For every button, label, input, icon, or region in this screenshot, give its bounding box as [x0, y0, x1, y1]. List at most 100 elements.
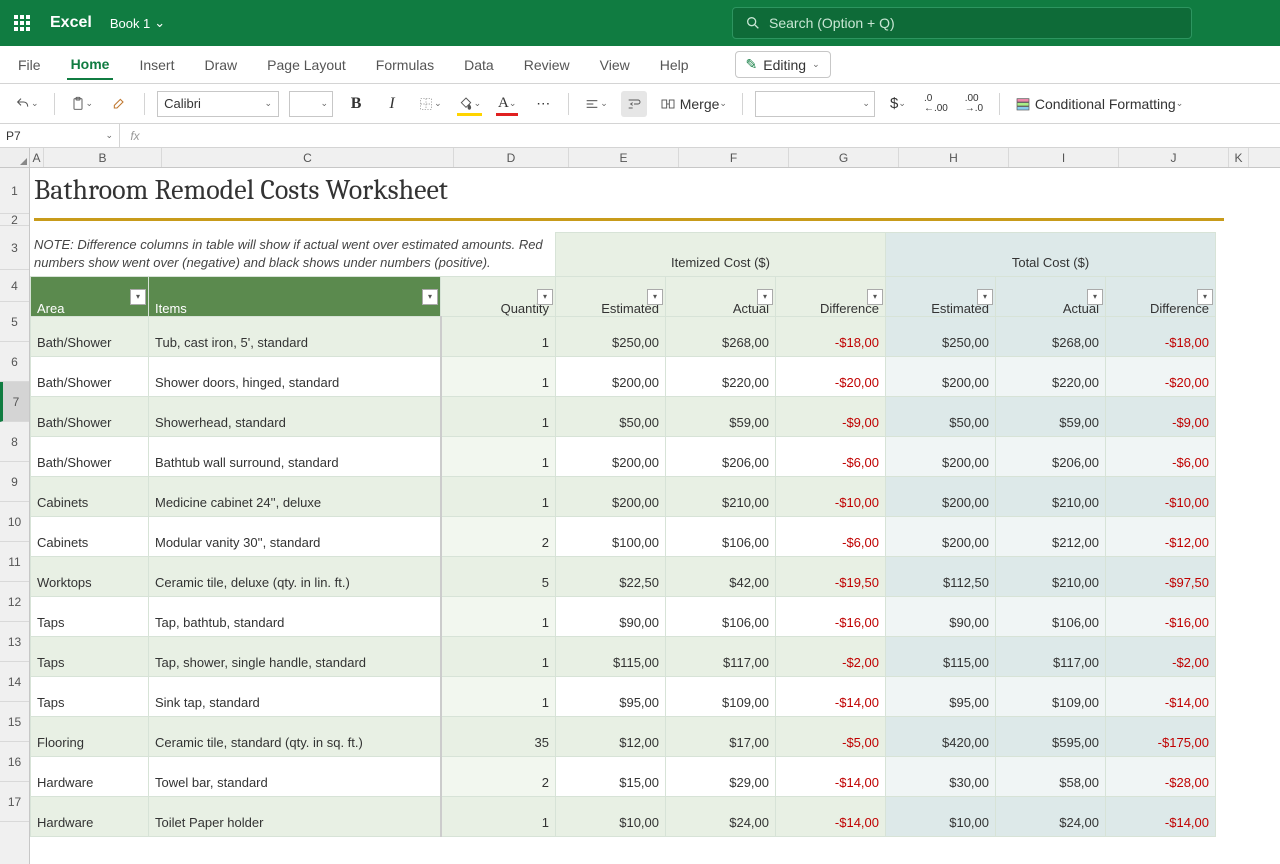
filter-button[interactable]: ▾ [757, 289, 773, 305]
cell[interactable]: Flooring [31, 717, 149, 757]
cell[interactable]: -$16,00 [1106, 597, 1216, 637]
cell[interactable]: 1 [441, 797, 556, 837]
currency-button[interactable]: $⌄ [885, 91, 911, 117]
cell[interactable]: $115,00 [886, 637, 996, 677]
col-header-G[interactable]: G [789, 148, 899, 167]
cell[interactable]: $106,00 [996, 597, 1106, 637]
cell[interactable]: $250,00 [556, 317, 666, 357]
row-header-3[interactable]: 3 [0, 226, 29, 270]
tab-page-layout[interactable]: Page Layout [263, 51, 350, 79]
cell[interactable]: $112,50 [886, 557, 996, 597]
cell[interactable]: $29,00 [666, 757, 776, 797]
cell[interactable]: $90,00 [886, 597, 996, 637]
cell[interactable]: $109,00 [666, 677, 776, 717]
cell[interactable]: $220,00 [996, 357, 1106, 397]
col-header-I[interactable]: I [1009, 148, 1119, 167]
cell[interactable]: $210,00 [996, 557, 1106, 597]
cell[interactable]: -$175,00 [1106, 717, 1216, 757]
cell[interactable]: 1 [441, 397, 556, 437]
cell[interactable]: -$10,00 [776, 477, 886, 517]
cell[interactable]: $250,00 [886, 317, 996, 357]
more-font-button[interactable]: ⋯ [530, 91, 556, 117]
cell[interactable]: $50,00 [556, 397, 666, 437]
cell[interactable]: Towel bar, standard [149, 757, 441, 797]
col-header-J[interactable]: J [1119, 148, 1229, 167]
cell[interactable]: -$18,00 [1106, 317, 1216, 357]
cell[interactable]: $200,00 [886, 357, 996, 397]
cell[interactable]: $95,00 [556, 677, 666, 717]
col-header-diff[interactable]: Difference▾ [776, 277, 886, 317]
cells-area[interactable]: Bathroom Remodel Costs Worksheet NOTE: D… [30, 168, 1280, 864]
cell[interactable]: -$16,00 [776, 597, 886, 637]
cell[interactable]: $95,00 [886, 677, 996, 717]
cell[interactable]: 1 [441, 477, 556, 517]
paste-button[interactable]: ⌄ [67, 91, 97, 117]
cell[interactable]: $15,00 [556, 757, 666, 797]
cell[interactable]: 35 [441, 717, 556, 757]
merge-button[interactable]: Merge⌄ [657, 91, 730, 117]
cell[interactable]: $12,00 [556, 717, 666, 757]
row-header-8[interactable]: 8 [0, 422, 29, 462]
cell[interactable]: -$28,00 [1106, 757, 1216, 797]
col-header-qty[interactable]: Quantity▾ [441, 277, 556, 317]
undo-button[interactable]: ⌄ [12, 91, 42, 117]
cell[interactable]: -$14,00 [1106, 797, 1216, 837]
cell[interactable]: 2 [441, 757, 556, 797]
italic-button[interactable]: I [379, 91, 405, 117]
increase-decimal-button[interactable]: .0←.00 [921, 91, 951, 117]
cell[interactable]: Taps [31, 637, 149, 677]
bold-button[interactable]: B [343, 91, 369, 117]
filter-button[interactable]: ▾ [977, 289, 993, 305]
search-input[interactable] [769, 15, 1179, 31]
cell[interactable]: $106,00 [666, 597, 776, 637]
cell[interactable]: $58,00 [996, 757, 1106, 797]
cell[interactable]: -$6,00 [776, 437, 886, 477]
row-header-15[interactable]: 15 [0, 702, 29, 742]
cell[interactable]: Ceramic tile, deluxe (qty. in lin. ft.) [149, 557, 441, 597]
row-header-7[interactable]: 7 [0, 382, 29, 422]
cell[interactable]: -$20,00 [776, 357, 886, 397]
cell[interactable]: $17,00 [666, 717, 776, 757]
decrease-decimal-button[interactable]: .00→.0 [961, 91, 987, 117]
filter-button[interactable]: ▾ [1087, 289, 1103, 305]
filter-button[interactable]: ▾ [537, 289, 553, 305]
cell[interactable]: Modular vanity 30'', standard [149, 517, 441, 557]
cell[interactable]: $220,00 [666, 357, 776, 397]
mode-editing-dropdown[interactable]: ✎ Editing ⌄ [735, 51, 831, 78]
cell[interactable]: 1 [441, 677, 556, 717]
filter-button[interactable]: ▾ [130, 289, 146, 305]
cell[interactable]: Taps [31, 677, 149, 717]
number-format-select[interactable]: ⌄ [755, 91, 875, 117]
cell[interactable]: Showerhead, standard [149, 397, 441, 437]
cell[interactable]: $268,00 [996, 317, 1106, 357]
row-header-1[interactable]: 1 [0, 168, 29, 214]
row-header-2[interactable]: 2 [0, 214, 29, 226]
cell[interactable]: $268,00 [666, 317, 776, 357]
cell[interactable]: $200,00 [556, 477, 666, 517]
cell[interactable]: 1 [441, 357, 556, 397]
cell[interactable]: Bath/Shower [31, 357, 149, 397]
wrap-text-button[interactable] [621, 91, 647, 117]
col-header-D[interactable]: D [454, 148, 569, 167]
row-header-6[interactable]: 6 [0, 342, 29, 382]
col-header-t-act[interactable]: Actual▾ [996, 277, 1106, 317]
cell[interactable]: Sink tap, standard [149, 677, 441, 717]
col-header-items[interactable]: Items▾ [149, 277, 441, 317]
cell[interactable]: -$6,00 [776, 517, 886, 557]
cell[interactable]: $200,00 [886, 477, 996, 517]
cell[interactable]: Hardware [31, 797, 149, 837]
font-color-button[interactable]: A⌄ [494, 91, 520, 117]
formula-input[interactable] [150, 124, 1280, 147]
cell[interactable]: $106,00 [666, 517, 776, 557]
cell[interactable]: Worktops [31, 557, 149, 597]
filter-button[interactable]: ▾ [647, 289, 663, 305]
col-header-F[interactable]: F [679, 148, 789, 167]
cell[interactable]: Medicine cabinet 24'', deluxe [149, 477, 441, 517]
cell[interactable]: -$6,00 [1106, 437, 1216, 477]
cell[interactable]: 1 [441, 437, 556, 477]
tab-file[interactable]: File [14, 51, 45, 79]
row-header-4[interactable]: 4 [0, 270, 29, 302]
cell[interactable]: -$9,00 [776, 397, 886, 437]
select-all-corner[interactable] [0, 148, 30, 167]
cell[interactable]: Bath/Shower [31, 397, 149, 437]
